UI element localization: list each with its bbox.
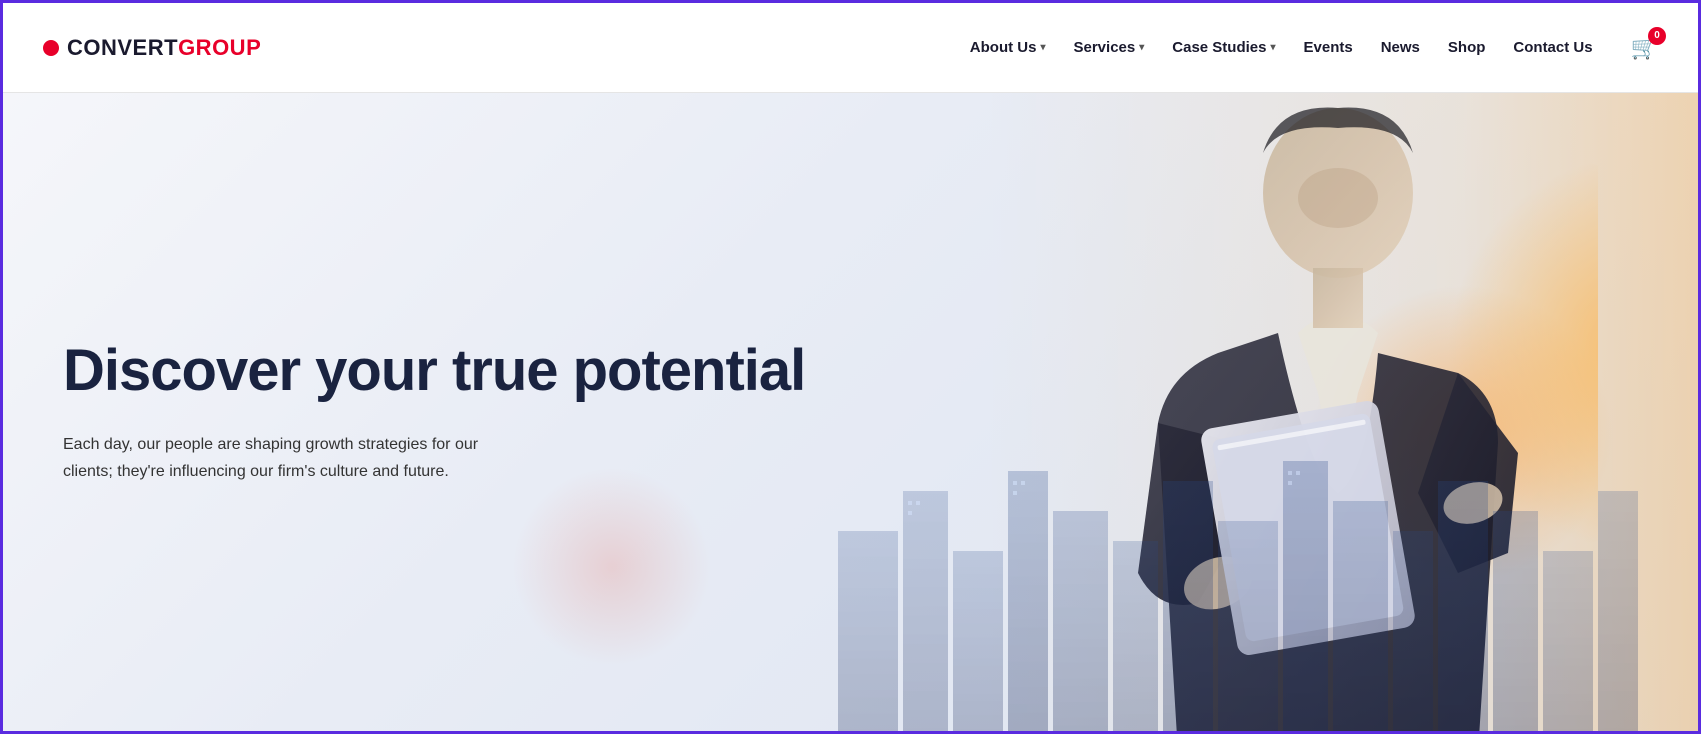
cart-button[interactable]: 🛒 0 (1631, 35, 1658, 61)
nav-item-shop[interactable]: Shop (1448, 39, 1486, 56)
chevron-down-icon-about: ▾ (1040, 42, 1045, 53)
hero-section: Discover your true potential Each day, o… (3, 93, 1698, 731)
nav-label-services: Services (1074, 39, 1136, 56)
nav-label-events: Events (1304, 39, 1353, 56)
logo-dot (43, 40, 59, 56)
nav-item-case-studies[interactable]: Case Studies ▾ (1172, 39, 1275, 56)
main-nav: About Us ▾ Services ▾ Case Studies ▾ Eve… (970, 35, 1658, 61)
nav-item-contact-us[interactable]: Contact Us (1513, 39, 1592, 56)
nav-item-services[interactable]: Services ▾ (1074, 39, 1145, 56)
nav-label-news: News (1381, 39, 1420, 56)
nav-label-about-us: About Us (970, 39, 1037, 56)
header: CONVERTGROUP About Us ▾ Services ▾ Case … (3, 3, 1698, 93)
cart-badge: 0 (1648, 27, 1666, 45)
hero-subtitle: Each day, our people are shaping growth … (63, 431, 523, 485)
nav-label-shop: Shop (1448, 39, 1486, 56)
hero-title: Discover your true potential (63, 339, 805, 403)
nav-item-events[interactable]: Events (1304, 39, 1353, 56)
nav-item-news[interactable]: News (1381, 39, 1420, 56)
chevron-down-icon-services: ▾ (1139, 42, 1144, 53)
hero-left-glow (512, 467, 712, 667)
logo-text: CONVERTGROUP (67, 35, 261, 61)
logo-convert: CONVERT (67, 35, 178, 60)
logo-group: GROUP (178, 35, 261, 60)
nav-label-contact-us: Contact Us (1513, 39, 1592, 56)
chevron-down-icon-case-studies: ▾ (1270, 42, 1275, 53)
nav-label-case-studies: Case Studies (1172, 39, 1266, 56)
cityscape-illustration (838, 451, 1638, 731)
nav-item-about-us[interactable]: About Us ▾ (970, 39, 1046, 56)
hero-content: Discover your true potential Each day, o… (3, 339, 805, 485)
logo[interactable]: CONVERTGROUP (43, 35, 261, 61)
